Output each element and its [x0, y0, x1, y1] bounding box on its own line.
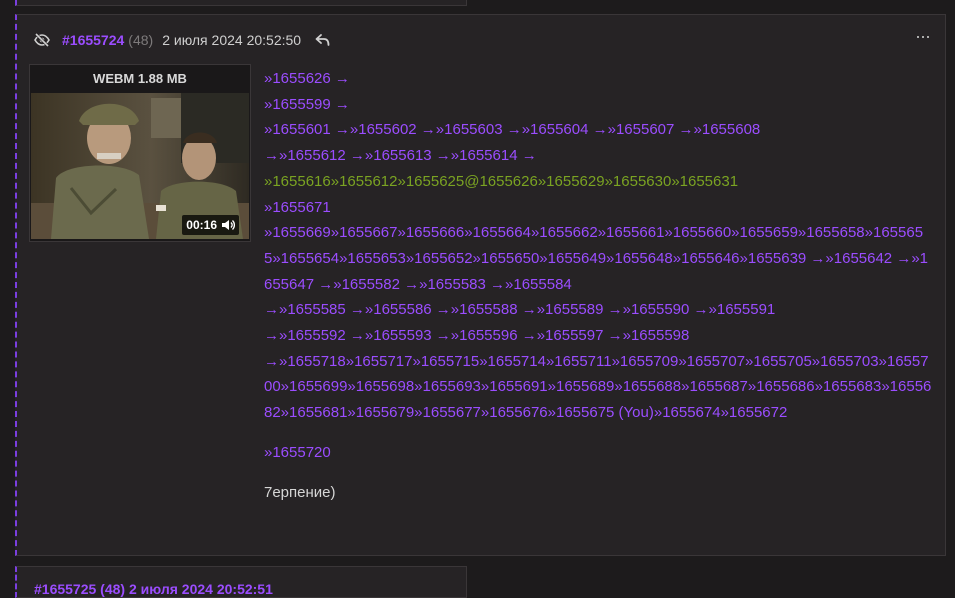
- reply-link-group[interactable]: »1655669»1655667»1655666»1655664»1655662…: [264, 220, 934, 297]
- greentext-quote: »1655616»1655612»1655625@1655626»1655629…: [264, 172, 739, 190]
- duration-text: 00:16: [186, 218, 217, 232]
- eye-slash-icon[interactable]: [34, 32, 50, 48]
- media-attachment[interactable]: WEBM 1.88 MB 00:16: [29, 64, 251, 242]
- post-date: 2 июля 2024 20:52:50: [162, 32, 302, 48]
- media-file-info: WEBM 1.88 MB: [93, 71, 187, 86]
- reply-arrow-icon[interactable]: [315, 33, 330, 47]
- reply-link[interactable]: »1655671: [264, 195, 934, 221]
- post-number-link[interactable]: #1655724: [62, 32, 124, 48]
- volume-icon[interactable]: [221, 219, 235, 231]
- reply-link[interactable]: »1655599 →: [264, 92, 934, 118]
- post-text: 7ерпение): [264, 483, 336, 501]
- reply-link-group[interactable]: →»1655585 →»1655586 →»1655588 →»1655589 …: [264, 297, 934, 323]
- post-header: #1655724 (48) 2 июля 2024 20:52:50: [34, 32, 330, 48]
- reply-link-group[interactable]: →»1655592 →»1655593 →»1655596 →»1655597 …: [264, 323, 934, 349]
- post-body: »1655626 → »1655599 → »1655601 →»1655602…: [264, 66, 934, 505]
- reply-link-group[interactable]: →»1655612 →»1655613 →»1655614 →: [264, 143, 934, 169]
- post: #1655724 (48) 2 июля 2024 20:52:50 WEBM …: [15, 14, 946, 556]
- next-post: #1655725 (48) 2 июля 2024 20:52:51: [15, 566, 467, 598]
- reply-link-group[interactable]: »1655601 →»1655602 →»1655603 →»1655604 →…: [264, 117, 934, 143]
- reply-link[interactable]: »1655720: [264, 440, 934, 466]
- video-thumbnail[interactable]: 00:16: [31, 93, 249, 239]
- post-reply-count: (48): [128, 32, 154, 48]
- video-duration: 00:16: [182, 215, 239, 235]
- more-dots-icon[interactable]: [917, 31, 929, 43]
- reply-link[interactable]: »1655626 →: [264, 66, 934, 92]
- previous-post: [15, 0, 467, 6]
- reply-link-group[interactable]: →»1655718»1655717»1655715»1655714»165571…: [264, 349, 934, 426]
- next-post-header: #1655725 (48) 2 июля 2024 20:52:51: [34, 581, 273, 597]
